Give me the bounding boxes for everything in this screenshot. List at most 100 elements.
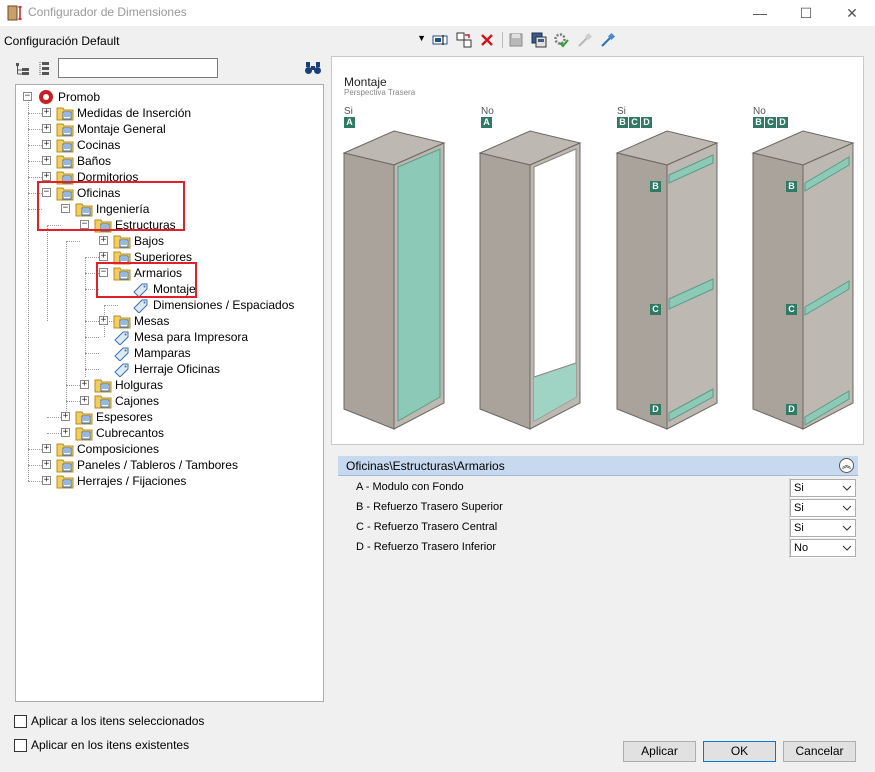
tree-item-espesores[interactable]: + Espesores (61, 409, 211, 425)
apply-selected-label: Aplicar a los itens seleccionados (31, 714, 205, 728)
cancel-button[interactable]: Cancelar (783, 741, 856, 762)
apply-existing-label: Aplicar en los itens existentes (31, 738, 190, 752)
folder-icon (56, 123, 74, 137)
property-value-select[interactable]: Si (790, 499, 856, 517)
property-group-header[interactable]: Oficinas\Estructuras\Armarios ︽ (338, 456, 858, 476)
cabinet-with-reinforcements-image (615, 130, 719, 430)
delete-icon[interactable] (479, 32, 495, 48)
collapse-up-icon[interactable]: ︽ (839, 458, 854, 473)
ok-button[interactable]: OK (703, 741, 776, 762)
expand-toggle[interactable]: + (99, 236, 108, 245)
tree-item-banos[interactable]: + Baños (42, 153, 222, 169)
apply-selected-checkbox-row[interactable]: Aplicar a los itens seleccionados (14, 714, 214, 730)
folder-icon (113, 315, 131, 329)
property-group-path: Oficinas\Estructuras\Armarios (346, 459, 505, 473)
tree-item-dimensiones-espaciados[interactable]: Dimensiones / Espaciados (118, 297, 298, 313)
tree-panel: − Promob + Medidas de Inserción + Montaj… (0, 56, 328, 706)
expand-toggle[interactable]: + (42, 156, 51, 165)
apply-existing-checkbox[interactable] (14, 739, 27, 752)
tag-icon (114, 331, 129, 345)
configuration-select-value: Configuración Default (4, 34, 120, 48)
tree-item-mesas[interactable]: + Mesas (99, 313, 249, 329)
tree-item-cubrecantos[interactable]: + Cubrecantos (61, 425, 211, 441)
tag-icon (133, 299, 148, 313)
tree-item-cocinas[interactable]: + Cocinas (42, 137, 222, 153)
expand-all-icon[interactable] (15, 61, 31, 77)
cabinet-reinforcements-alt-image (751, 130, 855, 430)
tree-item-medidas-insercion[interactable]: + Medidas de Inserción (42, 105, 222, 121)
chevron-down-icon (842, 485, 852, 491)
collapse-toggle[interactable]: − (23, 92, 32, 101)
chevron-down-icon: ▼ (417, 33, 426, 43)
cabinet-without-back-image (478, 130, 582, 430)
window-title: Configurador de Dimensiones (28, 5, 187, 19)
toolbar-separator (502, 32, 503, 48)
binoculars-icon[interactable] (304, 60, 322, 76)
expand-toggle[interactable]: + (99, 316, 108, 325)
property-name: B - Refuerzo Trasero Superior (350, 498, 790, 518)
save-all-icon[interactable] (531, 32, 547, 48)
expand-toggle[interactable]: + (42, 108, 51, 117)
folder-icon (75, 427, 93, 441)
rename-icon[interactable] (432, 32, 448, 48)
maximize-button[interactable]: ☐ (783, 0, 829, 26)
expand-toggle[interactable]: + (99, 252, 108, 261)
configuration-tree[interactable]: − Promob + Medidas de Inserción + Montaj… (15, 84, 324, 702)
folder-icon (56, 459, 74, 473)
badge-d: D (786, 404, 797, 415)
tree-item-herrajes-fijaciones[interactable]: + Herrajes / Fijaciones (42, 473, 242, 489)
tree-search-input[interactable] (58, 58, 218, 78)
preview-col-label: Si (617, 106, 626, 117)
title-bar: Configurador de Dimensiones — ☐ ✕ (0, 0, 875, 26)
folder-icon (56, 443, 74, 457)
property-row: B - Refuerzo Trasero Superior Si (350, 498, 856, 518)
configuration-select[interactable]: Configuración Default ▼ (2, 30, 428, 50)
import-icon[interactable] (577, 32, 593, 48)
badge-b: B (786, 181, 797, 192)
tree-item-composiciones[interactable]: + Composiciones (42, 441, 222, 457)
badge-b: B (650, 181, 661, 192)
tag-icon (114, 363, 129, 377)
expand-toggle[interactable]: + (42, 124, 51, 133)
chevron-down-icon (842, 505, 852, 511)
expand-toggle[interactable]: + (42, 172, 51, 181)
expand-toggle[interactable]: + (42, 444, 51, 453)
minimize-button[interactable]: — (737, 0, 783, 26)
apply-selected-checkbox[interactable] (14, 715, 27, 728)
expand-toggle[interactable]: + (42, 476, 51, 485)
save-icon[interactable] (508, 32, 524, 48)
export-icon[interactable] (600, 32, 616, 48)
folder-icon (56, 139, 74, 153)
tree-item-mesa-para-impresora[interactable]: Mesa para Impresora (99, 329, 269, 345)
folder-icon (113, 235, 131, 249)
expand-toggle[interactable]: + (61, 412, 70, 421)
tree-item-herraje-oficinas[interactable]: Herraje Oficinas (99, 361, 249, 377)
collapse-all-icon[interactable] (38, 61, 54, 77)
expand-toggle[interactable]: + (42, 140, 51, 149)
close-button[interactable]: ✕ (829, 0, 875, 26)
tree-item-montaje-general[interactable]: + Montaje General (42, 121, 222, 137)
property-value-select[interactable]: Si (790, 479, 856, 497)
tree-item-mamparas[interactable]: Mamparas (99, 345, 249, 361)
tree-item-promob[interactable]: − Promob (23, 89, 143, 105)
expand-toggle[interactable]: + (80, 396, 89, 405)
tree-item-paneles-tableros-tambores[interactable]: + Paneles / Tableros / Tambores (42, 457, 272, 473)
property-value-select[interactable]: No (790, 539, 856, 557)
apply-button[interactable]: Aplicar (623, 741, 696, 762)
property-name: C - Refuerzo Trasero Central (350, 518, 790, 538)
apply-existing-checkbox-row[interactable]: Aplicar en los itens existentes (14, 738, 194, 754)
badge-c: C (650, 304, 661, 315)
copy-config-icon[interactable] (456, 32, 472, 48)
expand-toggle[interactable]: + (80, 380, 89, 389)
folder-icon (75, 411, 93, 425)
expand-toggle[interactable]: + (61, 428, 70, 437)
tree-item-holguras[interactable]: + Holguras (80, 377, 230, 393)
tree-item-bajos[interactable]: + Bajos (99, 233, 249, 249)
settings-check-icon[interactable] (553, 32, 569, 48)
tree-item-cajones[interactable]: + Cajones (80, 393, 230, 409)
property-value-select[interactable]: Si (790, 519, 856, 537)
preview-col-label: No (753, 106, 766, 117)
highlight-box (96, 262, 197, 298)
preview-subtitle: Perspectiva Trasera (344, 88, 416, 97)
expand-toggle[interactable]: + (42, 460, 51, 469)
